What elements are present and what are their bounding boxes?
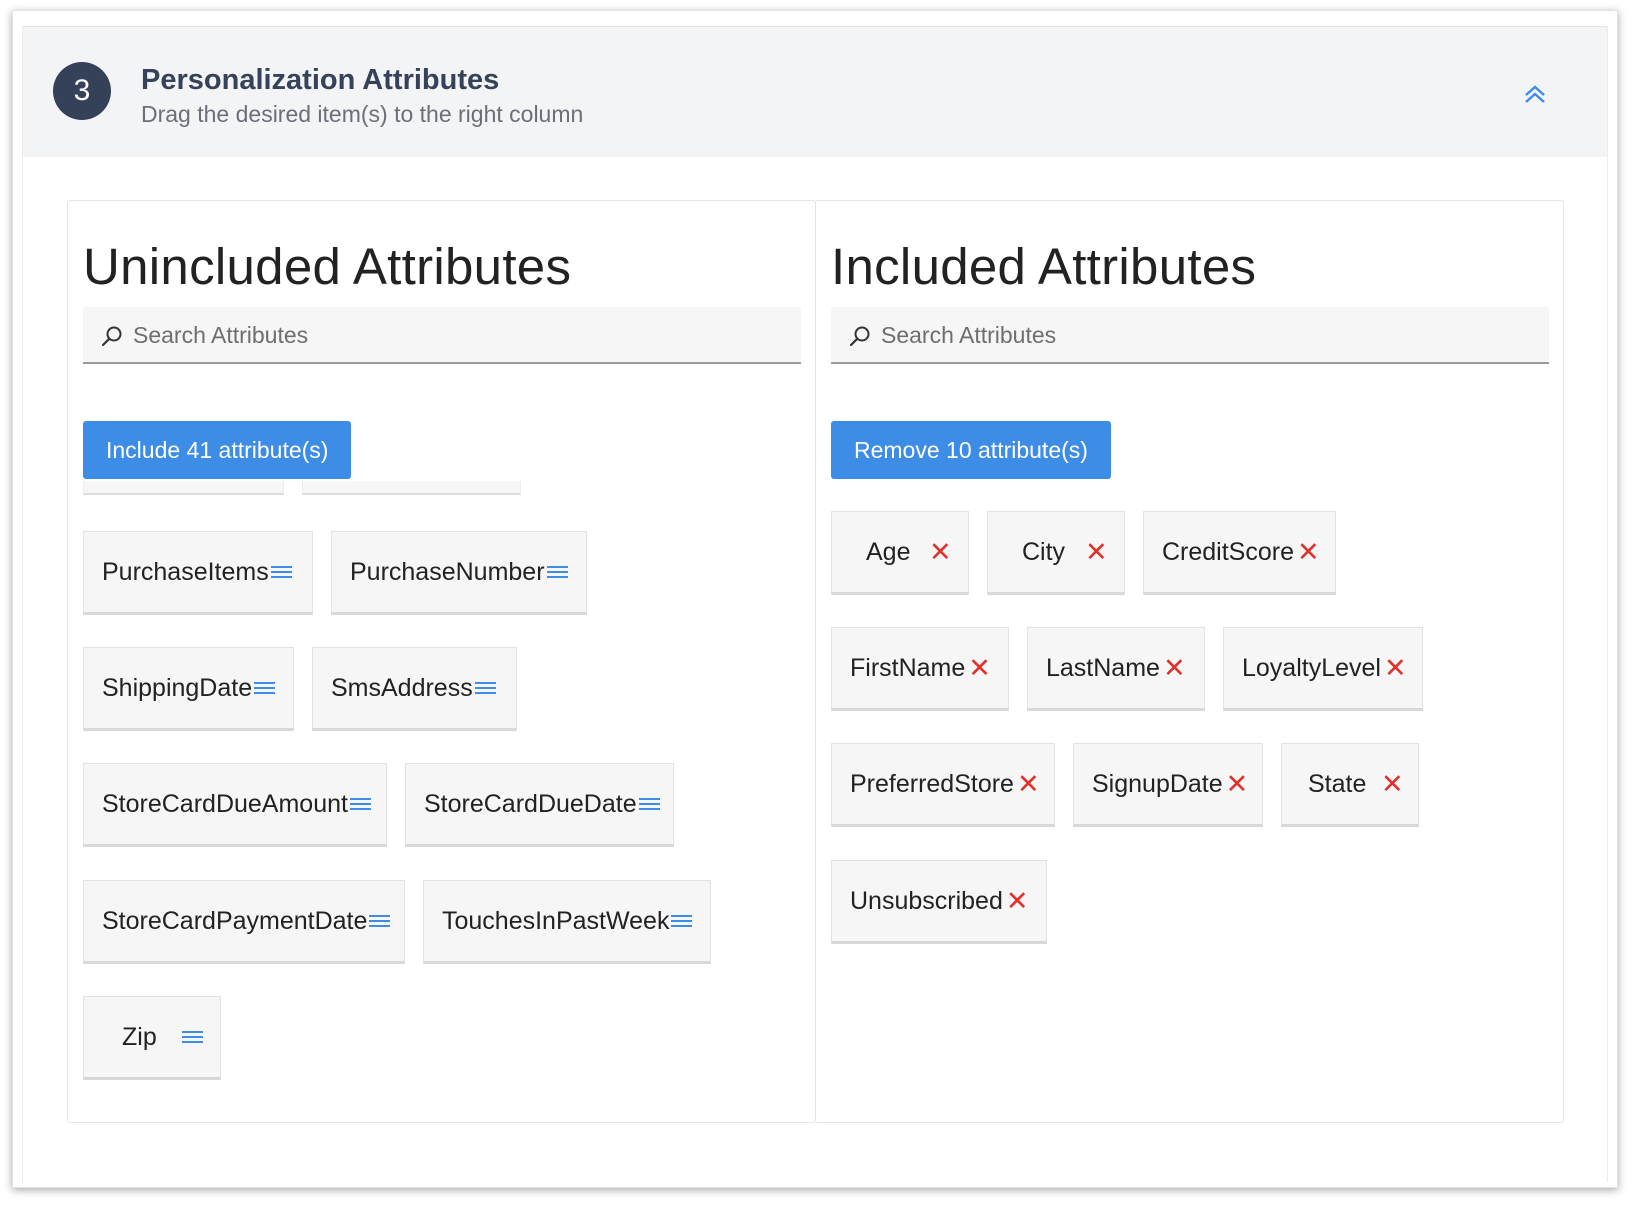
section-subtitle: Drag the desired item(s) to the right co… [141, 101, 584, 127]
attribute-label: Zip [122, 1022, 157, 1051]
drag-handle-icon[interactable] [349, 796, 371, 812]
remove-icon[interactable]: ✕ [929, 538, 952, 566]
included-title: Included Attributes [831, 238, 1257, 295]
search-icon [101, 325, 123, 347]
included-chip[interactable]: LoyaltyLevel ✕ [1223, 627, 1423, 711]
attribute-label: StoreCardDueAmount [102, 789, 348, 818]
drag-handle-icon[interactable] [638, 796, 660, 812]
attribute-label: SignupDate [1092, 769, 1223, 798]
attribute-label: CreditScore [1162, 537, 1294, 566]
remove-icon[interactable]: ✕ [1085, 538, 1108, 566]
remove-icon[interactable]: ✕ [1017, 770, 1040, 798]
attribute-chip-partial[interactable] [302, 481, 521, 495]
included-chip[interactable]: CreditScore ✕ [1143, 511, 1336, 595]
remove-icon[interactable]: ✕ [1006, 887, 1029, 915]
double-chevron-up-icon[interactable] [1519, 79, 1551, 111]
attribute-label: StoreCardDueDate [424, 789, 637, 818]
included-chip[interactable]: LastName ✕ [1027, 627, 1205, 711]
drag-handle-icon[interactable] [546, 564, 568, 580]
remove-icon[interactable]: ✕ [1384, 654, 1407, 682]
included-search-input[interactable] [881, 315, 1521, 355]
remove-icon[interactable]: ✕ [1297, 538, 1320, 566]
included-chip[interactable]: State ✕ [1281, 743, 1419, 827]
attribute-label: Unsubscribed [850, 886, 1003, 915]
included-search [831, 307, 1549, 364]
section-header[interactable]: 3 Personalization Attributes Drag the de… [23, 26, 1607, 157]
drag-handle-icon[interactable] [270, 564, 292, 580]
attribute-chip[interactable]: StoreCardPaymentDate [83, 880, 405, 964]
attribute-chip[interactable]: Zip [83, 996, 221, 1080]
include-attributes-button[interactable]: Include 41 attribute(s) [83, 421, 352, 479]
included-chip[interactable]: SignupDate ✕ [1073, 743, 1263, 827]
attribute-label: City [1022, 537, 1066, 566]
attribute-chip[interactable]: TouchesInPastWeek [423, 880, 711, 964]
attribute-label: ShippingDate [102, 673, 253, 702]
attribute-label: Age [866, 537, 911, 566]
search-icon [849, 325, 871, 347]
attribute-label: FirstName [850, 653, 966, 682]
attribute-chip-partial[interactable] [83, 481, 284, 495]
attribute-label: LastName [1046, 653, 1160, 682]
included-chip[interactable]: City ✕ [987, 511, 1125, 595]
drag-handle-icon[interactable] [254, 680, 276, 696]
attribute-chip[interactable]: SmsAddress [312, 647, 517, 731]
step-number-badge: 3 [53, 62, 111, 120]
remove-attributes-button[interactable]: Remove 10 attribute(s) [831, 421, 1111, 479]
attribute-chip[interactable]: PurchaseItems [83, 531, 313, 615]
attribute-chip[interactable]: StoreCardDueAmount [83, 763, 387, 847]
attribute-label: PurchaseItems [102, 557, 269, 586]
attribute-label: SmsAddress [331, 673, 473, 702]
attribute-chip[interactable]: ShippingDate [83, 647, 294, 731]
attribute-label: LoyaltyLevel [1242, 653, 1381, 682]
included-chip[interactable]: Unsubscribed ✕ [831, 860, 1047, 944]
included-chip[interactable]: FirstName ✕ [831, 627, 1009, 711]
unincluded-search [83, 307, 801, 364]
attribute-label: State [1308, 769, 1367, 798]
attribute-label: PurchaseNumber [350, 557, 545, 586]
included-panel: Included Attributes Remove 10 attribute(… [815, 200, 1564, 1123]
remove-icon[interactable]: ✕ [1163, 654, 1186, 682]
attribute-label: TouchesInPastWeek [442, 906, 670, 935]
attribute-label: PreferredStore [850, 769, 1014, 798]
section-title: Personalization Attributes [141, 64, 500, 96]
drag-handle-icon[interactable] [671, 913, 693, 929]
unincluded-search-input[interactable] [133, 315, 773, 355]
remove-icon[interactable]: ✕ [1381, 770, 1404, 798]
drag-handle-icon[interactable] [474, 680, 496, 696]
personalization-section: 3 Personalization Attributes Drag the de… [22, 26, 1608, 1182]
included-chip[interactable]: PreferredStore ✕ [831, 743, 1055, 827]
attribute-chip[interactable]: StoreCardDueDate [405, 763, 674, 847]
drag-handle-icon[interactable] [182, 1029, 203, 1045]
included-chip[interactable]: Age ✕ [831, 511, 969, 595]
attribute-label: StoreCardPaymentDate [102, 906, 368, 935]
unincluded-panel: Unincluded Attributes Include 41 attribu… [67, 200, 816, 1123]
attribute-chip[interactable]: PurchaseNumber [331, 531, 587, 615]
unincluded-title: Unincluded Attributes [83, 238, 572, 295]
drag-handle-icon[interactable] [369, 913, 391, 929]
remove-icon[interactable]: ✕ [1226, 770, 1249, 798]
remove-icon[interactable]: ✕ [968, 654, 991, 682]
